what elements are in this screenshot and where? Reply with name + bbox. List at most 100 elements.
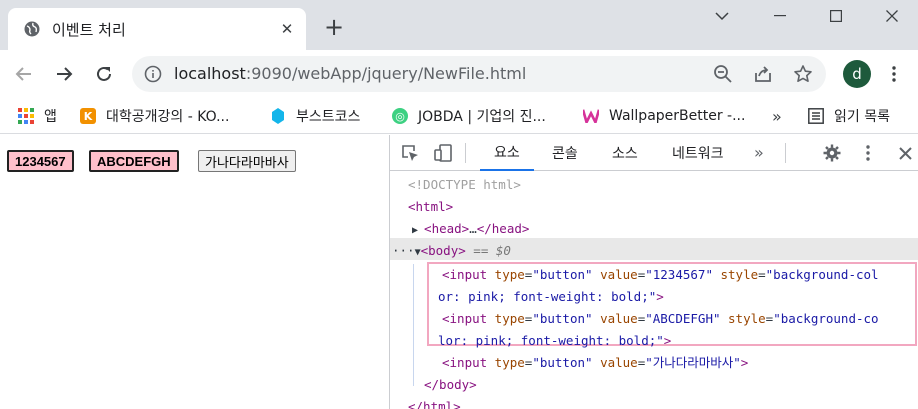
share-icon[interactable] [752, 63, 774, 85]
tag-open: <input [442, 311, 488, 326]
indent-guide [413, 264, 414, 386]
bookmark-kocw[interactable]: K 대학공개강의 - KO... [80, 104, 229, 128]
minimize-icon[interactable] [752, 0, 808, 32]
attr-value: "ABCDEFGH" [645, 311, 721, 326]
input-node-2[interactable]: <input type="button" value="ABCDEFGH" st… [442, 308, 879, 329]
attr-value-continued: lor: pink; font-weight: bold;" [438, 333, 664, 348]
boostcourse-icon [270, 108, 286, 124]
body-close-node[interactable]: </body> [424, 374, 477, 395]
head-open: <head> [424, 221, 470, 236]
attr-eq: = [758, 267, 766, 282]
tag-open: <input [442, 355, 488, 370]
browser-toolbar: localhost:9090/webApp/jquery/NewFile.htm… [0, 50, 918, 98]
tab-elements[interactable]: 요소 [480, 135, 534, 171]
maximize-icon[interactable] [808, 0, 864, 32]
doctype-node[interactable]: <!DOCTYPE html> [408, 174, 521, 195]
devtools-close-icon[interactable] [895, 143, 915, 163]
attr-value: "1234567" [645, 267, 713, 282]
button-abcdefgh[interactable]: ABCDEFGH [89, 150, 179, 172]
html-open-node[interactable]: <html> [408, 196, 453, 217]
devtools-toolbar: 요소 콘솔 소스 네트워크 » [390, 135, 918, 171]
attr-value: "background-co [773, 311, 879, 326]
reading-list-label: 읽기 목록 [834, 109, 890, 125]
zoom-out-icon[interactable] [712, 63, 734, 85]
profile-avatar[interactable]: d [843, 60, 871, 88]
selected-marker: == $0 [465, 243, 511, 258]
body-open: <body> [420, 243, 466, 258]
page-viewport: 1234567 ABCDEFGH 가나다라마바사 [0, 135, 389, 409]
reading-list-button[interactable]: 읽기 목록 [808, 104, 890, 128]
input-node-1-wrap[interactable]: or: pink; font-weight: bold;"> [438, 286, 664, 307]
browser-tab[interactable]: 이벤트 처리 ✕ [8, 8, 306, 50]
new-tab-button[interactable]: + [320, 13, 348, 41]
apps-grid-icon [18, 108, 34, 124]
button-1234567[interactable]: 1234567 [7, 150, 74, 172]
settings-gear-icon[interactable] [822, 143, 842, 163]
head-close: </head> [476, 221, 530, 236]
expand-arrow-icon[interactable]: ▶ [412, 225, 424, 236]
toolbar-divider [785, 143, 786, 163]
button-korean[interactable]: 가나다라마바사 [198, 150, 296, 172]
bookmark-label: 앱 [44, 109, 57, 125]
wallpaperbetter-icon [583, 108, 599, 124]
body-node[interactable]: ···▼<body> == $0 [392, 240, 511, 261]
site-info-icon[interactable] [144, 65, 162, 83]
bookmarks-overflow-button[interactable]: » [772, 104, 782, 128]
tab-title: 이벤트 처리 [52, 21, 126, 39]
bookmark-label: WallpaperBetter -... [609, 108, 746, 124]
forward-icon[interactable] [48, 58, 80, 90]
attr-name: value [592, 355, 638, 370]
bookmark-star-icon[interactable] [792, 63, 814, 85]
node-actions-icon[interactable]: ··· [392, 243, 415, 258]
attr-name: value [592, 311, 638, 326]
reload-icon[interactable] [88, 58, 120, 90]
back-icon[interactable] [8, 58, 40, 90]
tab-strip: 이벤트 처리 ✕ + [0, 0, 918, 50]
url-host: localhost [174, 64, 246, 83]
tab-close-icon[interactable]: ✕ [274, 16, 300, 42]
input-node-1[interactable]: <input type="button" value="1234567" sty… [442, 264, 879, 285]
head-node[interactable]: ▶ <head>…</head> [412, 218, 529, 239]
tab-sources[interactable]: 소스 [612, 135, 638, 171]
attr-value: "button" [532, 311, 593, 326]
tab-network[interactable]: 네트워크 [672, 135, 724, 171]
input-node-3[interactable]: <input type="button" value="가나다라마바사"> [442, 352, 748, 373]
browser-menu-icon[interactable] [884, 60, 904, 88]
head-ellipsis: … [469, 221, 477, 236]
bookmark-boostcourse[interactable]: 부스트코스 [270, 104, 360, 128]
attr-name: value [592, 267, 638, 282]
bookmark-jobda[interactable]: ◎ JOBDA | 기업의 진... [392, 104, 546, 128]
attr-name: style [720, 311, 766, 326]
tab-console[interactable]: 콘솔 [552, 135, 578, 171]
attr-name: type [487, 267, 525, 282]
bookmark-label: JOBDA | 기업의 진... [418, 109, 546, 125]
url-text[interactable]: localhost:9090/webApp/jquery/NewFile.htm… [174, 64, 526, 83]
attr-name: type [487, 355, 525, 370]
input-node-2-wrap[interactable]: lor: pink; font-weight: bold;"> [438, 330, 671, 351]
inspect-element-icon[interactable] [400, 143, 420, 163]
elements-tree: <!DOCTYPE html> <html> ▶ <head>…</head> … [390, 172, 918, 409]
attr-name: style [712, 267, 759, 282]
tag-close: > [740, 355, 749, 370]
tag-open: <input [442, 267, 488, 282]
kocw-icon: K [80, 108, 96, 124]
devtools-menu-icon[interactable] [858, 143, 878, 163]
attr-name: type [487, 311, 525, 326]
attr-value: "button" [532, 355, 593, 370]
tab-search-icon[interactable] [694, 0, 750, 32]
attr-value-continued: or: pink; font-weight: bold;" [438, 289, 657, 304]
close-window-icon[interactable] [864, 0, 918, 32]
toolbar-divider [465, 143, 466, 163]
tag-close: > [663, 333, 672, 348]
attr-value: "button" [532, 267, 593, 282]
bookmark-apps[interactable]: 앱 [18, 104, 57, 128]
address-bar[interactable]: localhost:9090/webApp/jquery/NewFile.htm… [132, 56, 826, 92]
bookmark-wallpaperbetter[interactable]: WallpaperBetter -... [583, 104, 745, 128]
device-toolbar-icon[interactable] [433, 143, 453, 163]
devtools-panel: 요소 콘솔 소스 네트워크 » <!DOCTYPE html> <html> ▶… [389, 135, 918, 409]
bookmark-label: 대학공개강의 - KO... [106, 109, 230, 125]
devtools-more-tabs-icon[interactable]: » [754, 143, 764, 162]
jobda-icon: ◎ [392, 108, 408, 124]
html-close-node[interactable]: </html> [408, 396, 461, 409]
tag-close: > [656, 289, 664, 304]
